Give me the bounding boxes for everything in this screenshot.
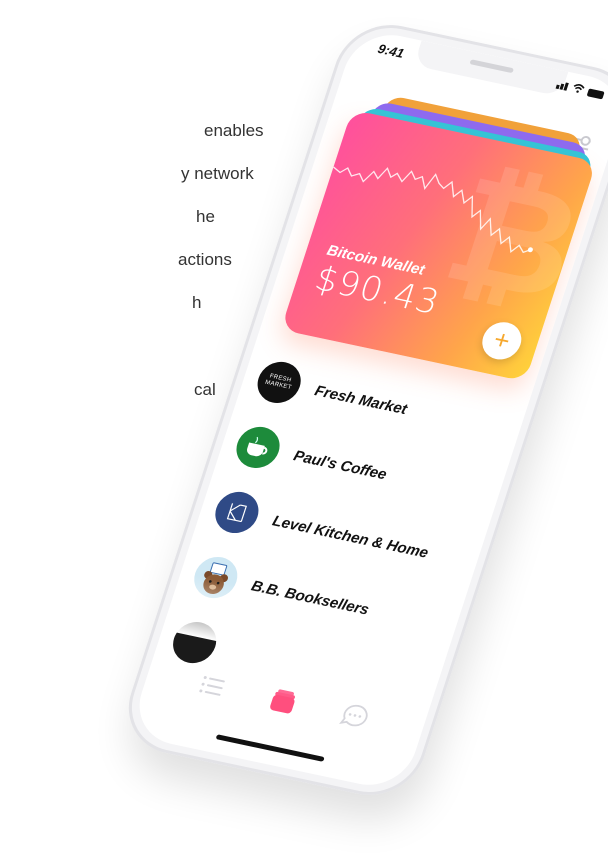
background-text-line: actions xyxy=(178,250,232,269)
wallet-card-stack[interactable]: ₿ Bitcoin Wallet $90.43 + xyxy=(278,89,597,388)
merchant-name: Paul's Coffee xyxy=(291,447,389,483)
merchant-name: Fresh Market xyxy=(312,381,410,418)
signal-icon xyxy=(555,79,570,93)
battery-icon xyxy=(586,87,605,99)
background-text-line: enables xyxy=(204,121,264,140)
level-kitchen-logo xyxy=(209,488,264,537)
background-text-line: y network xyxy=(181,164,254,183)
background-text-line: he xyxy=(196,207,215,226)
coffee-cup-icon xyxy=(230,423,286,472)
merchant-name: Level Kitchen & Home xyxy=(270,512,431,562)
fresh-market-logo: FRESH MARKET xyxy=(252,357,307,407)
wallet-icon[interactable] xyxy=(264,684,303,719)
status-time: 9:41 xyxy=(376,41,407,61)
status-icons xyxy=(555,79,606,101)
wifi-icon xyxy=(570,82,586,97)
background-text-line: h xyxy=(192,293,202,312)
speaker-grille xyxy=(469,59,514,74)
background-text-line: cal xyxy=(194,380,216,399)
chat-icon[interactable] xyxy=(335,699,374,734)
list-icon[interactable] xyxy=(193,669,232,704)
